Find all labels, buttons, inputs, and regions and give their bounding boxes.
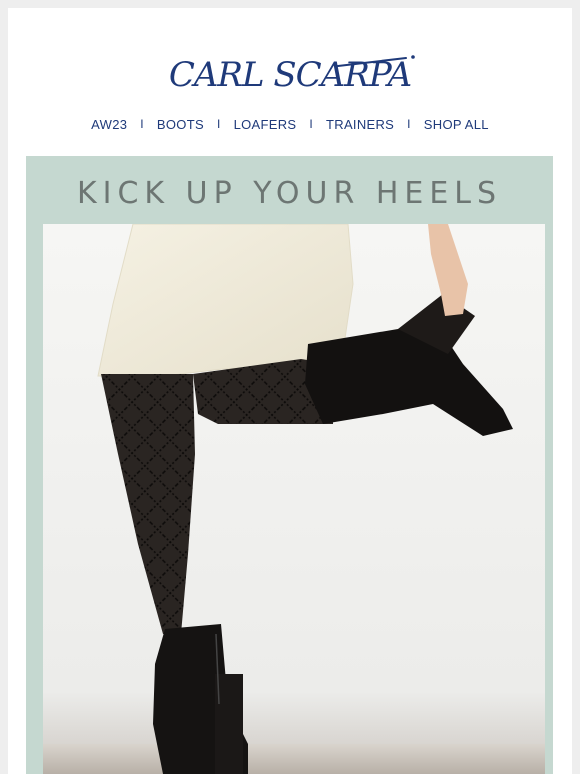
email-container: CARL SCARPA AW23 I BOOTS I LOAFERS I TRA…: [8, 8, 572, 774]
nav-separator: I: [309, 117, 314, 131]
nav-item-trainers[interactable]: TRAINERS: [326, 117, 394, 132]
hero-headline: KICK UP YOUR HEELS: [76, 176, 503, 211]
brand-logo[interactable]: CARL SCARPA: [8, 48, 572, 102]
nav-item-aw23[interactable]: AW23: [91, 117, 127, 132]
hero-banner[interactable]: KICK UP YOUR HEELS: [26, 156, 553, 774]
carl-scarpa-logo: CARL SCARPA: [169, 55, 415, 95]
standing-leg: [101, 374, 195, 634]
nav-separator: I: [140, 117, 144, 131]
nav-item-shop-all[interactable]: SHOP ALL: [424, 117, 489, 132]
floor: [43, 744, 545, 774]
hero-illustration: [43, 224, 545, 774]
standing-boot-heel: [215, 674, 243, 774]
nav-separator: I: [407, 117, 411, 131]
nav-separator: I: [216, 117, 221, 131]
main-nav: AW23 I BOOTS I LOAFERS I TRAINERS I SHOP…: [8, 114, 572, 134]
nav-item-boots[interactable]: BOOTS: [157, 117, 204, 132]
nav-item-loafers[interactable]: LOAFERS: [234, 117, 297, 132]
hero-image[interactable]: [43, 224, 545, 774]
